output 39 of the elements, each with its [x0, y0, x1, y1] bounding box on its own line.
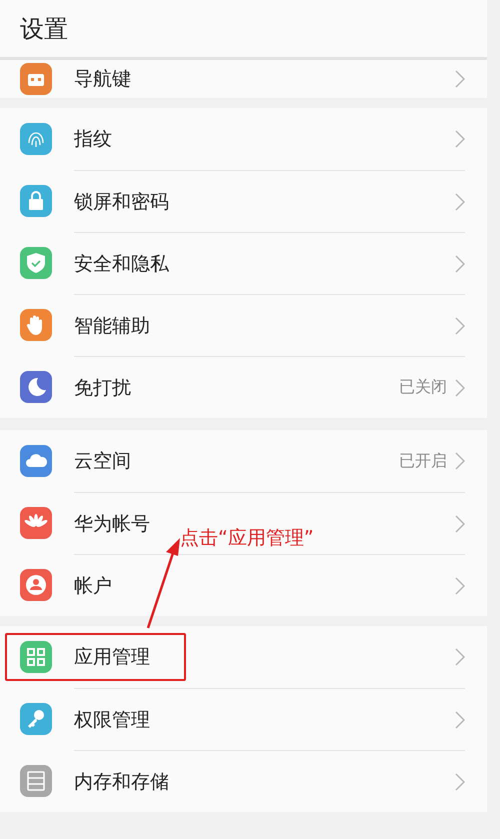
chevron-icon [455, 514, 465, 532]
settings-item[interactable]: 导航键 [0, 60, 487, 98]
item-label: 内存和存储 [74, 770, 169, 794]
settings-item[interactable]: 帐户 [0, 554, 487, 616]
settings-item[interactable]: 内存和存储 [0, 750, 487, 812]
item-label: 应用管理 [74, 645, 150, 670]
item-label: 锁屏和密码 [74, 190, 169, 214]
item-label: 智能辅助 [74, 314, 150, 338]
settings-item[interactable]: 权限管理 [0, 688, 487, 750]
chevron-icon [455, 378, 465, 396]
settings-item[interactable]: 指纹 [0, 108, 487, 170]
chevron-icon [455, 648, 465, 666]
item-label: 导航键 [74, 67, 131, 92]
chevron-icon [455, 316, 465, 334]
item-label: 权限管理 [74, 708, 150, 732]
chevron-icon [455, 254, 465, 272]
settings-item[interactable]: 云空间 已开启 [0, 430, 487, 492]
item-label: 帐户 [74, 574, 112, 598]
item-label: 云空间 [74, 449, 131, 474]
settings-item[interactable]: 安全和隐私 [0, 232, 487, 294]
chevron-icon [455, 130, 465, 148]
item-status: 已开启 [399, 450, 447, 472]
chevron-icon [455, 452, 465, 470]
item-label: 指纹 [74, 127, 112, 152]
chevron-icon [455, 576, 465, 594]
item-label: 华为帐号 [74, 512, 150, 536]
chevron-icon [455, 70, 465, 88]
callout-text: 点击“应用管理” [180, 526, 314, 551]
settings-item[interactable]: 应用管理 [0, 626, 487, 688]
chevron-icon [455, 710, 465, 728]
chevron-icon [455, 772, 465, 790]
item-label: 安全和隐私 [74, 252, 169, 276]
settings-item[interactable]: 锁屏和密码 [0, 170, 487, 232]
settings-item[interactable]: 智能辅助 [0, 294, 487, 356]
settings-item[interactable]: 免打扰 已关闭 [0, 356, 487, 418]
chevron-icon [455, 192, 465, 210]
page-title: 设置 [20, 14, 68, 44]
item-status: 已关闭 [399, 377, 447, 398]
item-label: 免打扰 [74, 376, 131, 400]
